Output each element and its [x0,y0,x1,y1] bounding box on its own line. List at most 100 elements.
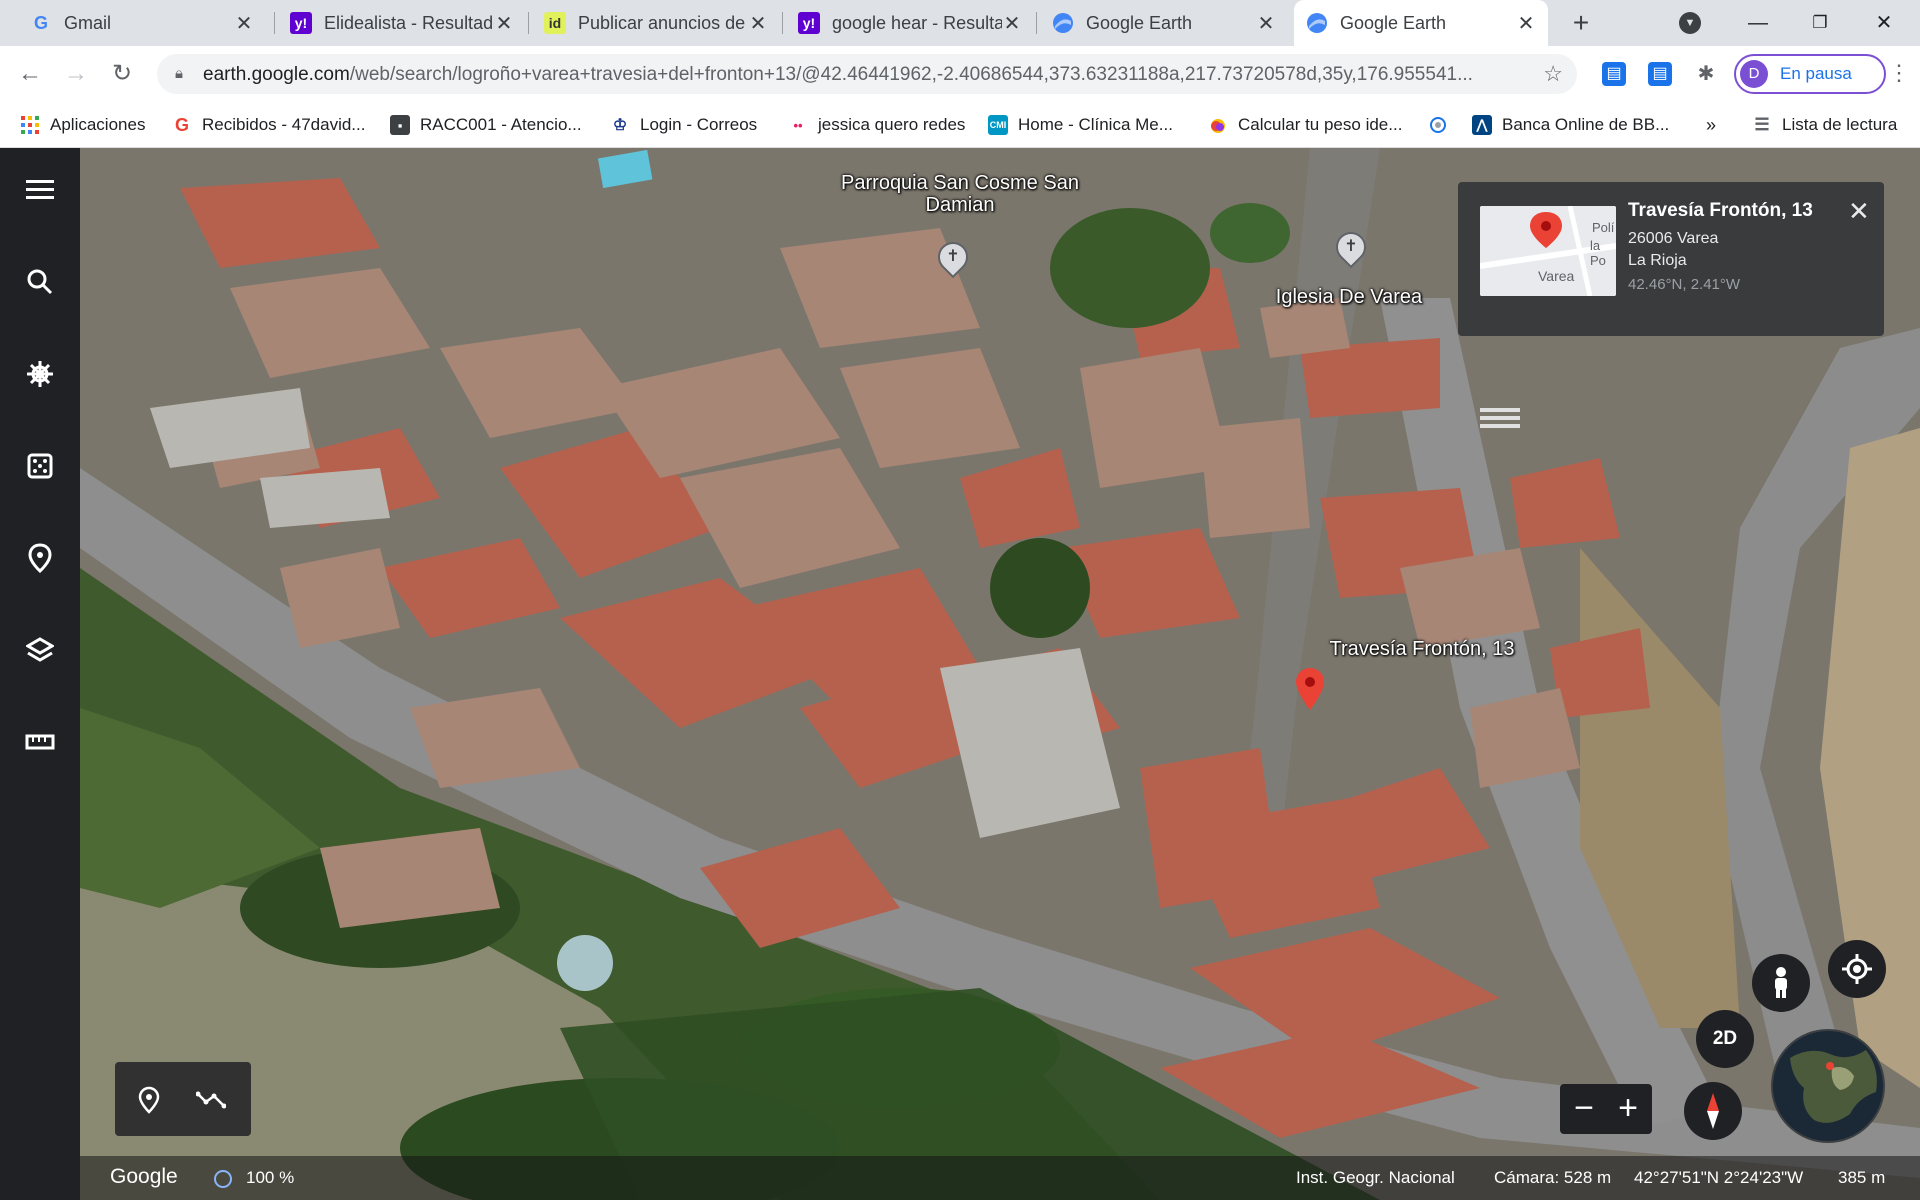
tab-publicar-anuncios[interactable]: id Publicar anuncios de ✕ [532,0,780,46]
contact-card-icon: ▪ [390,115,410,135]
zoom-in-button[interactable]: + [1608,1090,1648,1128]
reload-button[interactable]: ↻ [106,58,138,90]
more-bookmarks-button[interactable]: » [1706,112,1716,138]
compass-button[interactable] [1684,1082,1742,1140]
tab-title: google hear - Resulta [832,12,1002,33]
close-icon[interactable]: ✕ [1002,11,1022,36]
close-icon[interactable]: ✕ [494,11,514,36]
dots-icon: •• [793,117,803,133]
measure-ruler-icon[interactable] [20,722,60,762]
my-location-icon [1842,954,1872,984]
my-location-button[interactable] [1828,940,1886,998]
tab-divider [274,12,275,34]
bookmark-star-icon[interactable]: ☆ [1543,61,1563,87]
place-info-card[interactable]: Varea Polí la Po Travesía Frontón, 13 26… [1458,182,1884,336]
back-button[interactable]: ← [14,58,46,90]
reading-list-button[interactable]: ☰ Lista de lectura [1752,112,1897,138]
feeling-lucky-dice-icon[interactable] [20,446,60,486]
poi-label-parroquia[interactable]: Parroquia San Cosme San Damian [840,172,1080,216]
address-bar[interactable]: 🔒︎ earth.google.com/web/search/logroño+v… [157,54,1577,94]
cmi-icon: CMI [988,115,1008,135]
zoom-out-button[interactable]: − [1564,1090,1604,1128]
place-thumbnail[interactable]: Varea Polí la Po [1480,206,1616,296]
projects-pin-icon[interactable] [20,538,60,578]
draw-path-icon[interactable] [191,1080,231,1120]
bookmark-label: jessica quero redes [818,115,966,134]
view-2d-toggle[interactable]: 2D [1696,1010,1754,1068]
map-style-layers-icon[interactable] [20,630,60,670]
google-earth-icon [1052,12,1074,34]
lock-icon: 🔒︎ [175,65,183,82]
tab-elidealista[interactable]: y! Elidealista - Resultado ✕ [278,0,526,46]
apple-icon [1208,115,1228,135]
bookmark-apps[interactable]: Aplicaciones [20,112,145,138]
google-g-icon: G [174,114,189,135]
place-coords: 42.46°N, 2.41°W [1628,276,1741,293]
drawing-tools-panel [115,1062,251,1136]
bookmark-peso[interactable]: Calcular tu peso ide... [1208,112,1402,138]
zoom-controls: − + [1560,1084,1652,1134]
thumb-label: Varea [1538,268,1575,284]
tab-divider [528,12,529,34]
extension-doc-icon[interactable]: ▤ [1602,62,1626,86]
add-placemark-icon[interactable] [129,1080,169,1120]
bookmark-racc[interactable]: ▪ RACC001 - Atencio... [390,112,582,138]
profile-button[interactable]: D En pausa [1734,54,1886,94]
poi-label-iglesia[interactable]: Iglesia De Varea [1264,286,1434,308]
minimize-button[interactable]: — [1738,6,1778,40]
bookmark-correos[interactable]: ♔ Login - Correos [610,112,757,138]
tab-strip: G Gmail ✕ y! Elidealista - Resultado ✕ i… [0,0,1920,46]
voyager-helm-icon[interactable] [20,354,60,394]
close-icon[interactable]: ✕ [234,11,254,36]
bookmark-label: Home - Clínica Me... [1018,115,1173,134]
new-tab-button[interactable]: + [1566,8,1596,38]
bookmark-bbva[interactable]: ⋀ Banca Online de BB... [1472,112,1669,138]
scale-readout[interactable]: 385 m [1838,1168,1885,1188]
tab-gmail[interactable]: G Gmail ✕ [18,0,266,46]
loading-percent: 100 % [246,1168,295,1187]
place-title: Travesía Frontón, 13 [1628,200,1813,221]
compass-icon [1707,1093,1719,1129]
tab-title: Google Earth [1340,12,1447,33]
mini-globe[interactable] [1770,1028,1886,1144]
search-icon[interactable] [20,262,60,302]
tab-divider [1036,12,1037,34]
tab-title: Elidealista - Resultado [324,12,494,33]
browser-menu-icon[interactable]: ⋮ [1888,60,1910,86]
close-icon[interactable]: ✕ [1848,196,1870,227]
bookmark-jessica[interactable]: •• jessica quero redes [788,112,965,138]
apps-grid-icon [20,115,40,135]
place-address-line: 26006 Varea [1628,230,1719,247]
bookmark-clinica[interactable]: CMI Home - Clínica Me... [988,112,1173,138]
url-host: earth.google.com [203,64,350,85]
imagery-attribution[interactable]: Inst. Geogr. Nacional [1296,1168,1455,1188]
bbva-icon: ⋀ [1472,115,1492,135]
tab-title: Gmail [64,12,112,33]
tab-google-earth-1[interactable]: Google Earth ✕ [1040,0,1288,46]
bookmark-recibidos[interactable]: G Recibidos - 47david... [172,112,366,138]
window-close-button[interactable]: ✕ [1864,6,1904,40]
cursor-coordinates: 42°27'51"N 2°24'23"W [1634,1168,1804,1187]
google-logo: Google [110,1165,178,1188]
browser-toolbar: ← → ↻ 🔒︎ earth.google.com/web/search/log… [0,46,1920,102]
extension-doc2-icon[interactable]: ▤ [1648,62,1672,86]
tab-google-hear[interactable]: y! google hear - Resulta ✕ [786,0,1034,46]
earth-view: Parroquia San Cosme San Damian ✝ ✝ Igles… [0,148,1920,1200]
forward-button[interactable]: → [60,58,92,90]
camera-altitude: Cámara: 528 m [1494,1168,1612,1187]
tab-search-icon[interactable]: ▼ [1679,12,1701,34]
extensions-puzzle-icon[interactable]: ✱ [1694,62,1718,86]
menu-icon[interactable] [20,170,60,210]
restore-button[interactable]: ❐ [1800,6,1840,40]
tab-google-earth-active[interactable]: Google Earth ✕ [1294,0,1548,46]
tab-title: Publicar anuncios de [578,12,746,33]
idealista-icon: id [544,12,566,34]
close-icon[interactable]: ✕ [1516,11,1536,36]
location-marker-icon[interactable] [1296,668,1324,710]
address-label[interactable]: Travesía Frontón, 13 [1312,638,1532,660]
pegman-street-view-button[interactable] [1752,954,1810,1012]
close-icon[interactable]: ✕ [1256,11,1276,36]
globe-icon [1771,1029,1885,1143]
bookmark-loading[interactable] [1428,112,1458,138]
close-icon[interactable]: ✕ [748,11,768,36]
